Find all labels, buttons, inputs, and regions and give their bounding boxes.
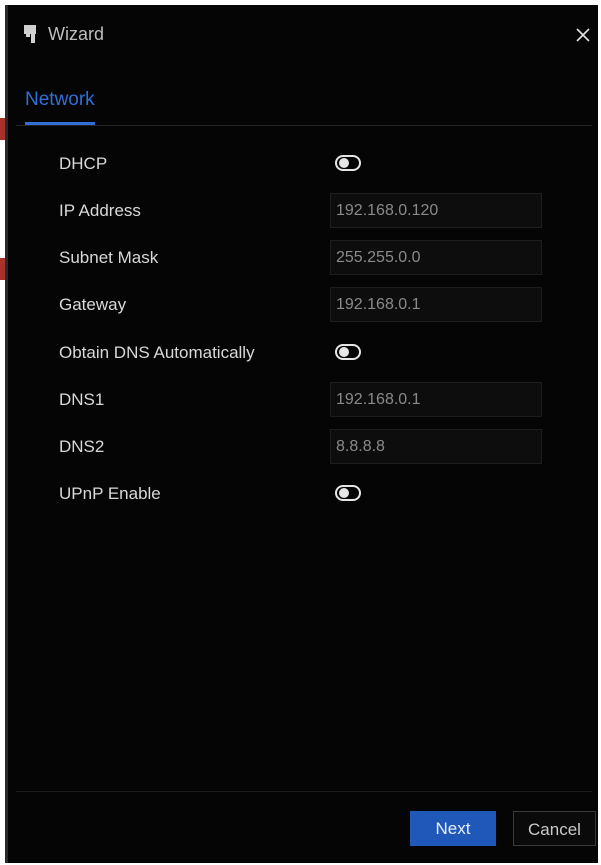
wizard-dialog: Wizard Network DHCP IP Address 192.168.0…: [5, 5, 598, 863]
ip-address-input[interactable]: 192.168.0.120: [330, 193, 542, 228]
row-obtain-dns: Obtain DNS Automatically: [8, 333, 598, 373]
dns1-input[interactable]: 192.168.0.1: [330, 382, 542, 417]
gateway-input[interactable]: 192.168.0.1: [330, 287, 542, 322]
ip-address-label: IP Address: [59, 201, 141, 220]
row-subnet-mask: Subnet Mask 255.255.0.0: [8, 238, 598, 278]
tab-active-indicator: [25, 122, 95, 125]
footer-divider: [16, 791, 592, 792]
row-ip-address: IP Address 192.168.0.120: [8, 191, 598, 231]
toggle-knob: [339, 347, 349, 357]
dns2-label: DNS2: [59, 437, 105, 456]
next-button[interactable]: Next: [410, 811, 496, 846]
row-dhcp: DHCP: [8, 144, 598, 184]
upnp-toggle[interactable]: [335, 485, 361, 501]
gateway-label: Gateway: [59, 295, 127, 314]
close-icon: [576, 28, 590, 42]
toggle-knob: [339, 158, 349, 168]
toggle-knob: [339, 488, 349, 498]
subnet-mask-label: Subnet Mask: [59, 248, 159, 267]
cancel-button[interactable]: Cancel: [513, 811, 596, 846]
row-dns1: DNS1 192.168.0.1: [8, 380, 598, 420]
row-gateway: Gateway 192.168.0.1: [8, 285, 598, 325]
tab-bar: Network: [16, 81, 592, 126]
obtain-dns-label: Obtain DNS Automatically: [59, 343, 255, 362]
subnet-mask-input[interactable]: 255.255.0.0: [330, 240, 542, 275]
window-title: Wizard: [48, 24, 105, 44]
row-dns2: DNS2 8.8.8.8: [8, 427, 598, 467]
wizard-flag-icon: [21, 23, 41, 45]
close-button[interactable]: [571, 23, 595, 47]
row-upnp: UPnP Enable: [8, 474, 598, 514]
dns2-input[interactable]: 8.8.8.8: [330, 429, 542, 464]
dhcp-label: DHCP: [59, 154, 108, 173]
dhcp-toggle[interactable]: [335, 155, 361, 171]
upnp-label: UPnP Enable: [59, 484, 161, 503]
dns1-label: DNS1: [59, 390, 105, 409]
title-bar: Wizard: [8, 5, 598, 63]
obtain-dns-toggle[interactable]: [335, 344, 361, 360]
tab-network[interactable]: Network: [25, 87, 95, 125]
tab-network-label: Network: [25, 89, 95, 110]
